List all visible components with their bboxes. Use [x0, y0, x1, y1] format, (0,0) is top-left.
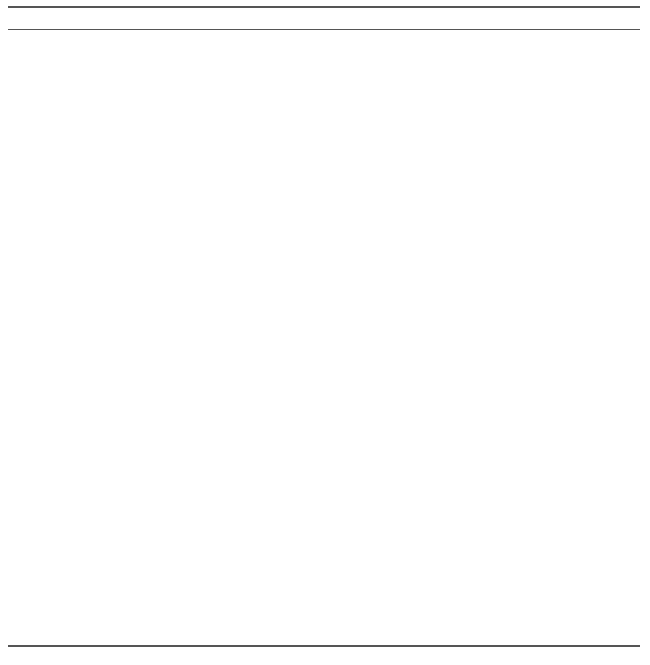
algorithm-caption [10, 9, 14, 25]
ensure-line [10, 64, 640, 87]
bottom-rule [8, 645, 640, 647]
algorithm-title [10, 8, 640, 27]
ensure-space [10, 65, 17, 81]
title-separator-rule [8, 29, 640, 31]
require-line [10, 36, 640, 59]
algorithm-block [0, 0, 650, 665]
require-space [10, 37, 17, 53]
